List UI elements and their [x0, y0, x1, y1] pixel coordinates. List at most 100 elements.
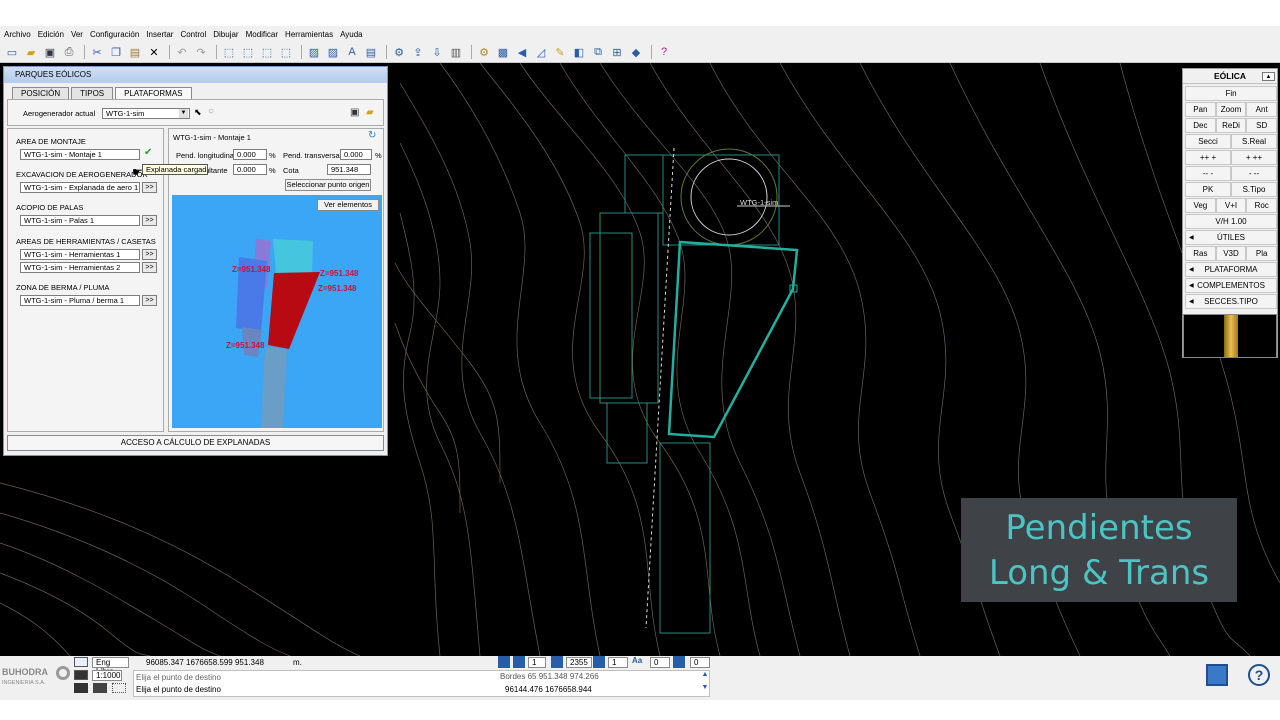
roc-button[interactable]: Roc: [1246, 198, 1278, 213]
n2-field[interactable]: 2355: [566, 657, 592, 668]
complementos-section[interactable]: ◀ COMPLEMENTOS: [1185, 278, 1277, 293]
cota-field[interactable]: 951.348: [327, 164, 371, 175]
ras-button[interactable]: Ras: [1185, 246, 1216, 261]
import-icon[interactable]: ⇩: [429, 45, 445, 60]
montaje-field[interactable]: WTG-1-sim - Montaje 1: [20, 149, 140, 160]
platform-3d-preview[interactable]: Z=951.348 Z=951.348 Z=951.348 Z=951.348: [172, 195, 382, 428]
dotted-box-icon[interactable]: [112, 683, 126, 693]
excavacion-field[interactable]: WTG-1-sim - Explanada de aero 1: [20, 182, 140, 193]
fin-button[interactable]: Fin: [1185, 86, 1277, 101]
tab-plataformas[interactable]: PLATAFORMAS: [115, 87, 192, 99]
menu-herramientas[interactable]: Herramientas: [285, 30, 333, 39]
zoom-button[interactable]: Zoom: [1215, 102, 1247, 117]
acopio-field[interactable]: WTG-1-sim - Palas 1: [20, 215, 140, 226]
seleccionar-punto-button[interactable]: Seleccionar punto origen: [285, 179, 371, 191]
copy-icon[interactable]: ❐: [108, 45, 124, 60]
pencil-icon[interactable]: ✎: [552, 45, 568, 60]
layer-icon[interactable]: [74, 670, 88, 680]
network-nodes-icon[interactable]: ⊞: [609, 45, 625, 60]
plataforma-section[interactable]: ◀ PLATAFORMA: [1185, 262, 1277, 277]
snap-icon[interactable]: [74, 683, 88, 693]
vi-button[interactable]: V+I: [1215, 198, 1247, 213]
mini-preview[interactable]: [1183, 314, 1277, 358]
berma-more-button[interactable]: >>: [142, 295, 157, 306]
tab-posicion[interactable]: POSICIÓN: [12, 87, 70, 99]
delete-icon[interactable]: ✕: [146, 45, 162, 60]
menu-insertar[interactable]: Insertar: [146, 30, 173, 39]
text-size-icon[interactable]: Aa: [632, 656, 646, 668]
view-icon[interactable]: ▨: [306, 45, 322, 60]
save-disk-icon[interactable]: [1206, 664, 1228, 686]
ver-elementos-button[interactable]: Ver elementos: [317, 199, 379, 211]
v3d-button[interactable]: V3D: [1215, 246, 1247, 261]
herramientas2-more-button[interactable]: >>: [142, 262, 157, 273]
zoom-out-button[interactable]: - --: [1231, 166, 1277, 181]
trash-icon[interactable]: ▥: [448, 45, 464, 60]
pk-button[interactable]: PK: [1185, 182, 1231, 197]
arrow-left-icon[interactable]: ◀: [514, 45, 530, 60]
stipo-button[interactable]: S.Tipo: [1231, 182, 1277, 197]
scale-field[interactable]: 1:1000: [92, 670, 122, 681]
pend-trans-field[interactable]: 0.000: [340, 149, 372, 160]
line-icon[interactable]: [551, 656, 563, 668]
n1-field[interactable]: 1: [528, 657, 546, 668]
paste-icon[interactable]: ▤: [127, 45, 143, 60]
save-icon[interactable]: ▣: [350, 107, 359, 118]
open-folder-icon[interactable]: ▰: [23, 45, 39, 60]
zoom-window-icon[interactable]: ⬚: [240, 45, 256, 60]
grid-status-icon[interactable]: [513, 656, 525, 668]
excavacion-more-button[interactable]: >>: [142, 182, 157, 193]
help-pointer-icon[interactable]: ?: [656, 45, 672, 60]
pla-button[interactable]: Pla: [1246, 246, 1278, 261]
scroll-up-icon[interactable]: ▲: [700, 671, 710, 681]
pan-button[interactable]: Pan: [1185, 102, 1216, 117]
menu-ayuda[interactable]: Ayuda: [340, 30, 363, 39]
zoom-in-fast-button[interactable]: ++ +: [1185, 150, 1231, 165]
berma-field[interactable]: WTG-1-sim - Pluma / berma 1: [20, 295, 140, 306]
pend-long-field[interactable]: 0.000: [233, 149, 267, 160]
menu-modificar[interactable]: Modificar: [246, 30, 278, 39]
measure-icon[interactable]: ◿: [533, 45, 549, 60]
search-icon[interactable]: ○: [208, 106, 214, 117]
dec-button[interactable]: Dec: [1185, 118, 1216, 133]
acceso-calculo-button[interactable]: ACCESO A CÁLCULO DE EXPLANADAS: [7, 435, 384, 451]
export-icon[interactable]: ⇪: [410, 45, 426, 60]
zoom-in-button[interactable]: + ++: [1231, 150, 1277, 165]
undo-icon[interactable]: ↶: [174, 45, 190, 60]
herramientas2-field[interactable]: WTG-1-sim - Herramientas 2: [20, 262, 140, 273]
n4-field[interactable]: 0: [650, 657, 670, 668]
table-icon[interactable]: ▤: [363, 45, 379, 60]
pend-res-field[interactable]: 0.000: [233, 164, 267, 175]
mode-field[interactable]: Eng Libre: [92, 657, 129, 676]
cube-icon[interactable]: ◆: [628, 45, 644, 60]
cut-icon[interactable]: ✂: [89, 45, 105, 60]
image-icon[interactable]: ▩: [495, 45, 511, 60]
sd-button[interactable]: SD: [1246, 118, 1278, 133]
menu-dibujar[interactable]: Dibujar: [213, 30, 238, 39]
menu-control[interactable]: Control: [180, 30, 206, 39]
open-folder-icon[interactable]: ▰: [366, 107, 374, 118]
network-icon[interactable]: ⚙: [391, 45, 407, 60]
new-file-icon[interactable]: ▭: [4, 45, 20, 60]
layers-status-icon[interactable]: [498, 656, 510, 668]
herramientas1-field[interactable]: WTG-1-sim - Herramientas 1: [20, 249, 140, 260]
layer-icon[interactable]: ▨: [325, 45, 341, 60]
redo-icon[interactable]: ↷: [193, 45, 209, 60]
utiles-section[interactable]: ◀ ÚTILES: [1185, 230, 1277, 245]
herramientas1-more-button[interactable]: >>: [142, 249, 157, 260]
refresh-icon[interactable]: ↻: [368, 130, 376, 141]
collapse-icon[interactable]: ▲: [1262, 72, 1275, 81]
gear-icon[interactable]: ⚙: [476, 45, 492, 60]
menu-configuracion[interactable]: Configuración: [90, 30, 139, 39]
select-icon[interactable]: ⬚: [221, 45, 237, 60]
layers-icon[interactable]: ◧: [571, 45, 587, 60]
menu-ver[interactable]: Ver: [71, 30, 83, 39]
zoom-extents-icon[interactable]: ⬚: [278, 45, 294, 60]
text-icon[interactable]: A: [344, 45, 360, 60]
acopio-more-button[interactable]: >>: [142, 215, 157, 226]
scroll-down-icon[interactable]: ▼: [700, 684, 710, 694]
n5-field[interactable]: 0: [690, 657, 710, 668]
veg-button[interactable]: Veg: [1185, 198, 1216, 213]
save-icon[interactable]: ▣: [42, 45, 58, 60]
pointer-icon[interactable]: ⬉: [194, 107, 202, 118]
